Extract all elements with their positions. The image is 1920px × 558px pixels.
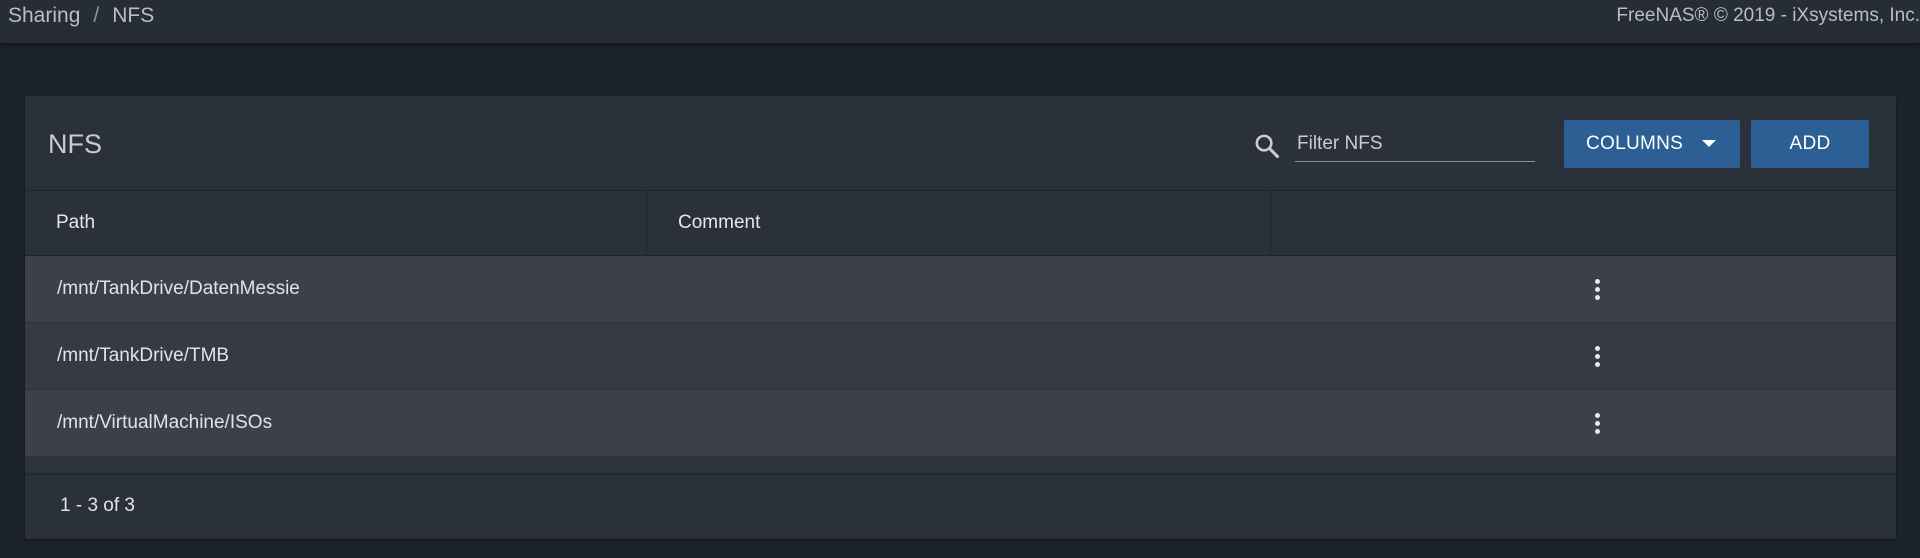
breadcrumb: Sharing / NFS (8, 4, 154, 28)
more-vert-icon[interactable] (1583, 408, 1611, 438)
table-row[interactable]: /mnt/VirtualMachine/ISOs (25, 390, 1896, 457)
column-header-comment[interactable]: Comment (647, 191, 1271, 255)
nfs-table: Path Comment /mnt/TankDrive/DatenMessie … (25, 190, 1896, 471)
table-spacer (25, 457, 1896, 471)
card-header: NFS COLUMNS ADD (25, 96, 1896, 190)
copyright-text: FreeNAS® © 2019 - iXsystems, Inc. (1616, 5, 1920, 26)
more-vert-icon[interactable] (1583, 341, 1611, 371)
column-header-path[interactable]: Path (25, 191, 647, 255)
breadcrumb-item-nfs: NFS (112, 4, 155, 27)
filter-input[interactable] (1295, 126, 1535, 162)
table-row[interactable]: /mnt/TankDrive/TMB (25, 323, 1896, 390)
more-vert-icon[interactable] (1583, 274, 1611, 304)
table-footer: 1 - 3 of 3 (25, 474, 1896, 539)
caret-down-icon (1702, 140, 1716, 147)
table-header: Path Comment (25, 190, 1896, 256)
breadcrumb-separator: / (93, 4, 100, 27)
search-icon (1255, 134, 1280, 159)
breadcrumb-item-sharing[interactable]: Sharing (8, 4, 80, 28)
path-cell: /mnt/TankDrive/DatenMessie (57, 278, 300, 299)
nfs-card: NFS COLUMNS ADD Path Comment /mnt/TankDr… (25, 96, 1896, 539)
add-button[interactable]: ADD (1751, 120, 1869, 168)
table-row[interactable]: /mnt/TankDrive/DatenMessie (25, 256, 1896, 323)
page-title: NFS (48, 129, 102, 159)
paginator-range: 1 - 3 of 3 (60, 495, 135, 516)
add-button-label: ADD (1789, 133, 1831, 154)
column-header-actions (1271, 191, 1896, 255)
path-cell: /mnt/VirtualMachine/ISOs (57, 412, 273, 433)
top-bar: Sharing / NFS FreeNAS® © 2019 - iXsystem… (0, 0, 1920, 43)
columns-button[interactable]: COLUMNS (1564, 120, 1740, 168)
path-cell: /mnt/TankDrive/TMB (57, 345, 230, 366)
columns-button-label: COLUMNS (1586, 133, 1684, 154)
